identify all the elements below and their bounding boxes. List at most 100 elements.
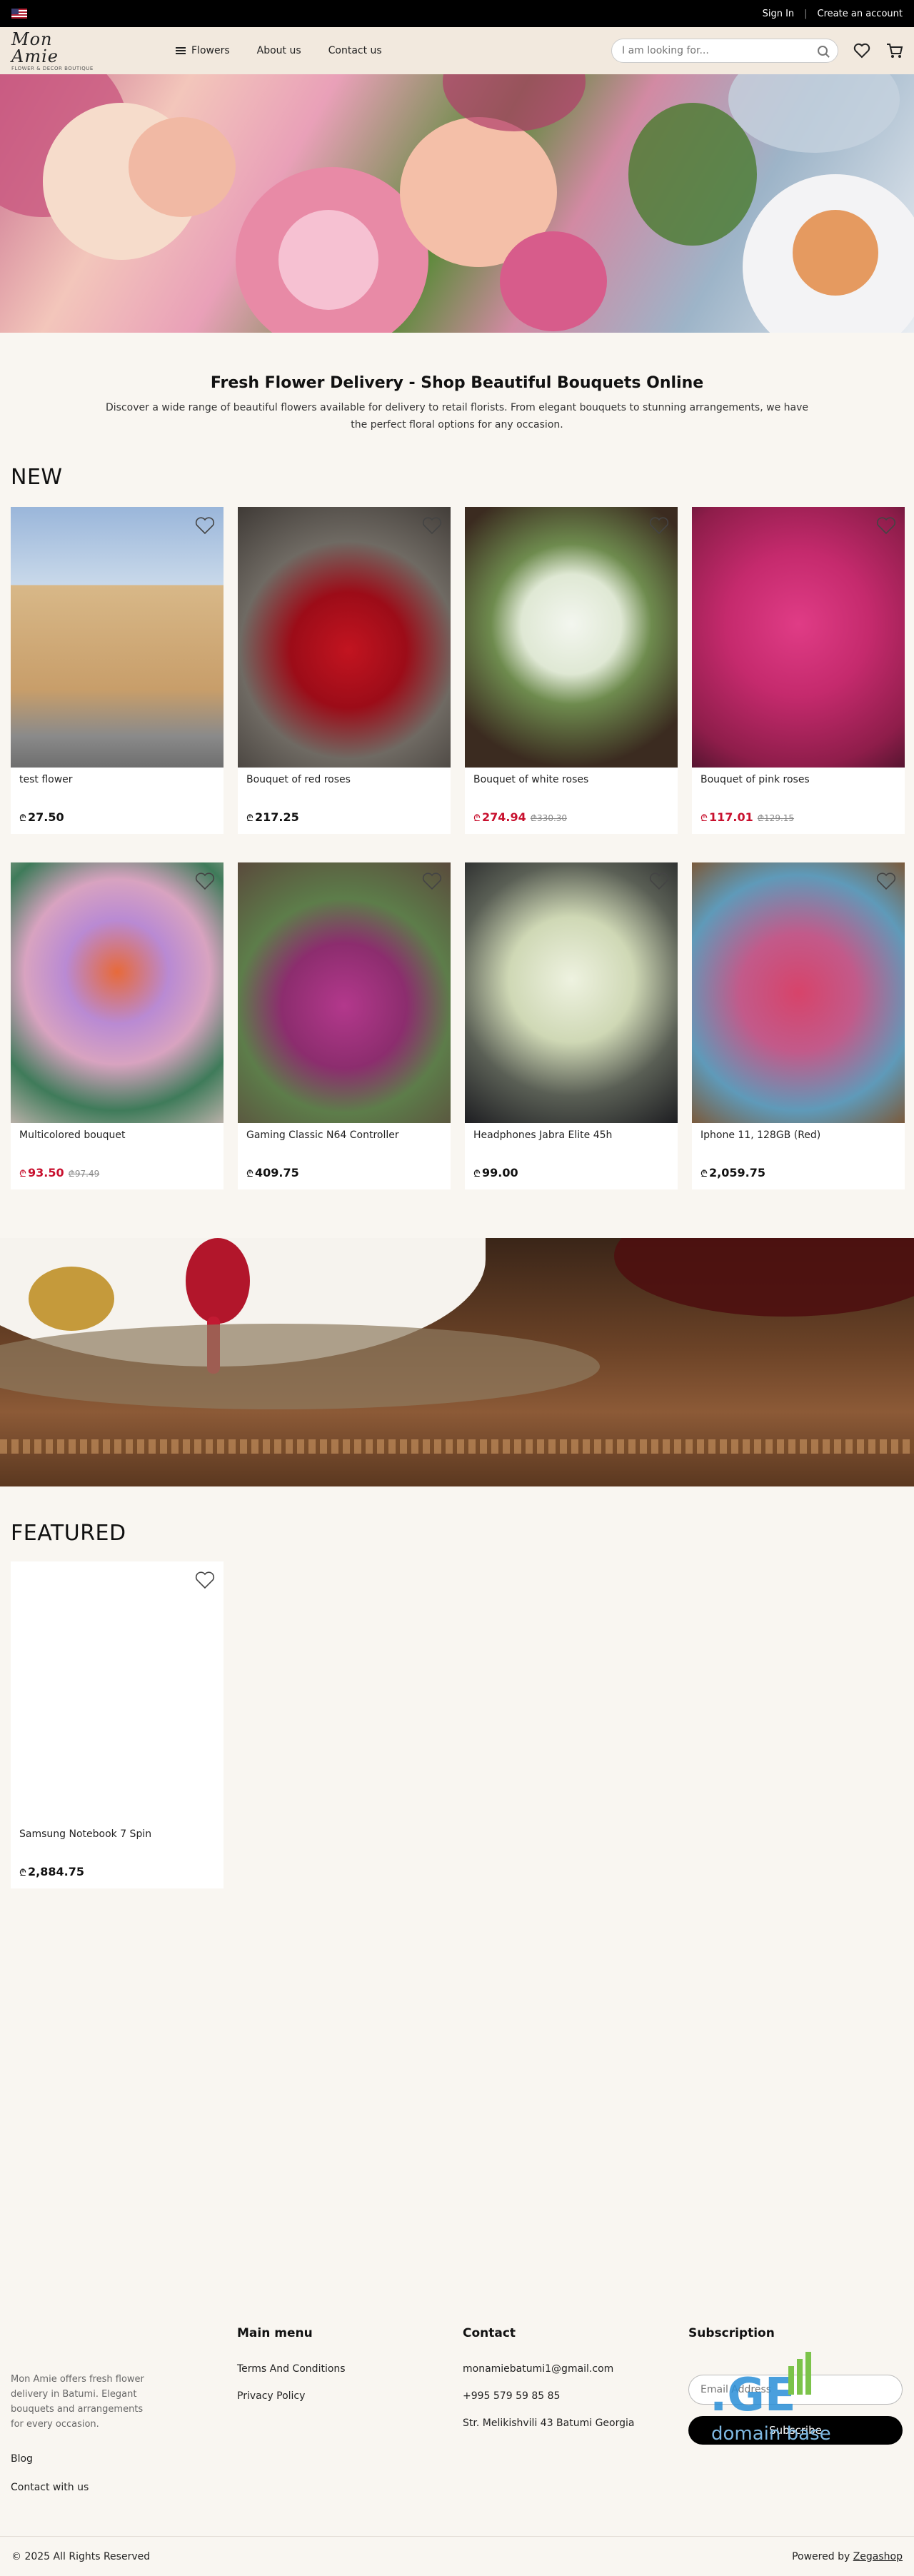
currency-symbol: ₾ (246, 813, 254, 824)
product-name[interactable]: Gaming Classic N64 Controller (246, 1129, 451, 1144)
product-name[interactable]: Bouquet of red roses (246, 774, 451, 788)
footer-blog-link[interactable]: Blog (11, 2453, 154, 2465)
product-image[interactable] (692, 862, 905, 1123)
zegashop-link[interactable]: Zegashop (853, 2551, 903, 2562)
wishlist-heart-icon[interactable] (648, 514, 671, 537)
subscription-title: Subscription (688, 2326, 775, 2340)
product-name[interactable]: test flower (19, 774, 224, 788)
sign-in-link[interactable]: Sign In (763, 9, 795, 19)
watermark-small-text: domain base (711, 2423, 831, 2445)
product-card[interactable]: test flower ₾ 27.50 (11, 507, 224, 834)
wishlist-heart-icon[interactable] (194, 870, 216, 892)
wishlist-heart-icon[interactable] (421, 514, 443, 537)
old-price-value: 97.49 (74, 1169, 100, 1179)
product-card[interactable]: Bouquet of white roses ₾ 274.94 ₾330.30 (465, 507, 678, 834)
privacy-link[interactable]: Privacy Policy (237, 2390, 346, 2402)
promo-banner-image (0, 1238, 914, 1486)
product-image[interactable] (11, 862, 224, 1123)
product-image[interactable] (11, 507, 224, 768)
currency-symbol: ₾ (246, 1169, 254, 1179)
product-name[interactable]: Bouquet of pink roses (700, 774, 905, 788)
price-value: 409.75 (255, 1166, 299, 1179)
logo-subtitle: FLOWER & DECOR BOUTIQUE (11, 65, 94, 71)
product-image[interactable] (11, 1561, 224, 1822)
product-price: ₾ 274.94 (473, 810, 526, 824)
nav-contact[interactable]: Contact us (328, 45, 382, 56)
currency-symbol: ₾ (700, 1169, 708, 1179)
search-input[interactable] (622, 45, 818, 56)
footer-main-menu-col: Main menu Terms And Conditions Privacy P… (237, 2326, 346, 2412)
footer-contact-col: Contact monamiebatumi1@gmail.com +995 57… (463, 2326, 634, 2439)
new-products-grid: test flower ₾ 27.50 Bouquet of red roses ₾ 21… (11, 507, 914, 1189)
nav-flowers-label: Flowers (191, 45, 230, 56)
new-section-title: NEW (11, 465, 63, 490)
product-image[interactable] (465, 507, 678, 768)
old-price-value: 129.15 (764, 813, 795, 823)
product-price: ₾ 27.50 (19, 810, 64, 824)
price-value: 99.00 (482, 1166, 518, 1179)
product-card[interactable]: Multicolored bouquet ₾ 93.50 ₾97.49 (11, 862, 224, 1189)
price-value: 117.01 (709, 810, 753, 824)
price-row: ₾ 2,884.75 (19, 1865, 84, 1878)
wishlist-heart-icon[interactable] (194, 514, 216, 537)
wishlist-heart-icon[interactable] (194, 1569, 216, 1591)
product-image[interactable] (238, 862, 451, 1123)
copyright-text: © 2025 All Rights Reserved (11, 2550, 151, 2562)
price-value: 27.50 (28, 810, 64, 824)
product-name[interactable]: Iphone 11, 128GB (Red) (700, 1129, 905, 1144)
hamburger-icon (176, 47, 186, 54)
product-card[interactable]: Iphone 11, 128GB (Red) ₾ 2,059.75 (692, 862, 905, 1189)
wishlist-heart-icon[interactable] (421, 870, 443, 892)
top-bar: Sign In | Create an account (0, 0, 914, 27)
nav-about[interactable]: About us (257, 45, 301, 56)
product-card[interactable]: Headphones Jabra Elite 45h ₾ 99.00 (465, 862, 678, 1189)
price-value: 93.50 (28, 1166, 64, 1179)
product-name[interactable]: Samsung Notebook 7 Spin (19, 1828, 224, 1843)
featured-products-grid: Samsung Notebook 7 Spin ₾ 2,884.75 (11, 1561, 914, 1888)
logo[interactable]: Mon Amie FLOWER & DECOR BOUTIQUE (11, 31, 97, 71)
product-name[interactable]: Multicolored bouquet (19, 1129, 224, 1144)
footer-contact-link[interactable]: Contact with us (11, 2482, 154, 2493)
create-account-link[interactable]: Create an account (818, 9, 903, 19)
product-card[interactable]: Samsung Notebook 7 Spin ₾ 2,884.75 (11, 1561, 224, 1888)
old-price: ₾97.49 (69, 1167, 100, 1179)
product-name[interactable]: Bouquet of white roses (473, 774, 678, 788)
wishlist-heart-icon[interactable] (875, 514, 898, 537)
price-row: ₾ 27.50 (19, 810, 64, 824)
product-card[interactable]: Bouquet of red roses ₾ 217.25 (238, 507, 451, 834)
price-value: 2,059.75 (709, 1166, 765, 1179)
price-row: ₾ 274.94 ₾330.30 (473, 810, 567, 824)
us-flag-icon[interactable] (11, 9, 27, 19)
cart-icon[interactable] (885, 41, 904, 60)
product-image[interactable] (238, 507, 451, 768)
hero-banner-image (0, 74, 914, 333)
product-name[interactable]: Headphones Jabra Elite 45h (473, 1129, 678, 1144)
product-price: ₾ 2,884.75 (19, 1865, 84, 1878)
product-image[interactable] (692, 507, 905, 768)
footer-about-text: Mon Amie offers fresh flower delivery in… (11, 2374, 144, 2430)
search-icon[interactable] (818, 46, 828, 56)
domain-base-watermark: .GE domain base (710, 2352, 853, 2445)
nav-about-label: About us (256, 45, 301, 56)
contact-email[interactable]: monamiebatumi1@gmail.com (463, 2363, 634, 2375)
wishlist-heart-icon[interactable] (853, 41, 871, 60)
product-card[interactable]: Bouquet of pink roses ₾ 117.01 ₾129.15 (692, 507, 905, 834)
old-price: ₾330.30 (531, 812, 567, 824)
wishlist-heart-icon[interactable] (648, 870, 671, 892)
featured-section-title: FEATURED (11, 1521, 126, 1546)
currency-symbol: ₾ (700, 813, 708, 824)
product-price: ₾ 93.50 (19, 1166, 64, 1179)
powered-by: Powered by Zegashop (792, 2551, 903, 2562)
nav-flowers[interactable]: Flowers (176, 45, 230, 56)
product-card[interactable]: Gaming Classic N64 Controller ₾ 409.75 (238, 862, 451, 1189)
product-image[interactable] (465, 862, 678, 1123)
price-row: ₾ 409.75 (246, 1166, 299, 1179)
watermark-big-text: .GE (710, 2369, 796, 2422)
contact-phone[interactable]: +995 579 59 85 85 (463, 2390, 634, 2402)
terms-link[interactable]: Terms And Conditions (237, 2363, 346, 2375)
wishlist-heart-icon[interactable] (875, 870, 898, 892)
powered-by-label: Powered by (792, 2550, 850, 2562)
site-header: Mon Amie FLOWER & DECOR BOUTIQUE Flowers… (0, 27, 914, 74)
account-links: Sign In | Create an account (763, 9, 903, 19)
product-price: ₾ 99.00 (473, 1166, 518, 1179)
